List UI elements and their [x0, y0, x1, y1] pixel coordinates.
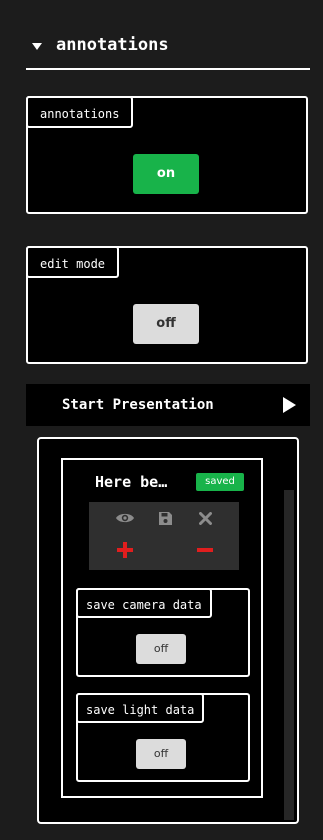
annotations-panel: annotations annotations on edit mode off…: [0, 0, 323, 840]
save-light-data-button[interactable]: off: [136, 739, 186, 769]
eye-icon[interactable]: [113, 508, 137, 528]
edit-mode-toggle-button[interactable]: off: [133, 304, 199, 344]
saved-status-badge: saved: [196, 473, 244, 491]
play-icon: [283, 397, 296, 413]
annotation-card: Here be… saved save camera data off save…: [61, 458, 263, 798]
save-camera-data-label: save camera data: [76, 588, 212, 618]
edit-mode-toggle-group: edit mode off: [26, 246, 308, 364]
save-light-data-group: save light data off: [76, 693, 250, 782]
edit-mode-toggle-label: edit mode: [26, 246, 120, 278]
annotations-toggle-group: annotations on: [26, 96, 308, 214]
minus-icon[interactable]: [193, 540, 217, 560]
save-camera-data-group: save camera data off: [76, 588, 250, 677]
annotation-name[interactable]: Here be…: [95, 473, 167, 491]
annotations-toggle-label: annotations: [26, 96, 134, 128]
start-presentation-button[interactable]: Start Presentation: [26, 384, 310, 426]
start-presentation-label: Start Presentation: [62, 397, 214, 413]
section-title: annotations: [56, 35, 169, 55]
save-light-data-label: save light data: [76, 693, 205, 723]
caret-down-icon[interactable]: [32, 42, 42, 50]
plus-icon[interactable]: [113, 540, 137, 560]
save-icon[interactable]: [153, 508, 177, 528]
annotation-toolbar: [89, 502, 239, 570]
save-camera-data-button[interactable]: off: [136, 634, 186, 664]
annotations-section-header[interactable]: annotations: [26, 30, 310, 70]
annotations-toggle-button[interactable]: on: [133, 154, 199, 194]
annotation-list-scrollbar[interactable]: [284, 490, 294, 820]
close-icon[interactable]: [193, 508, 217, 528]
